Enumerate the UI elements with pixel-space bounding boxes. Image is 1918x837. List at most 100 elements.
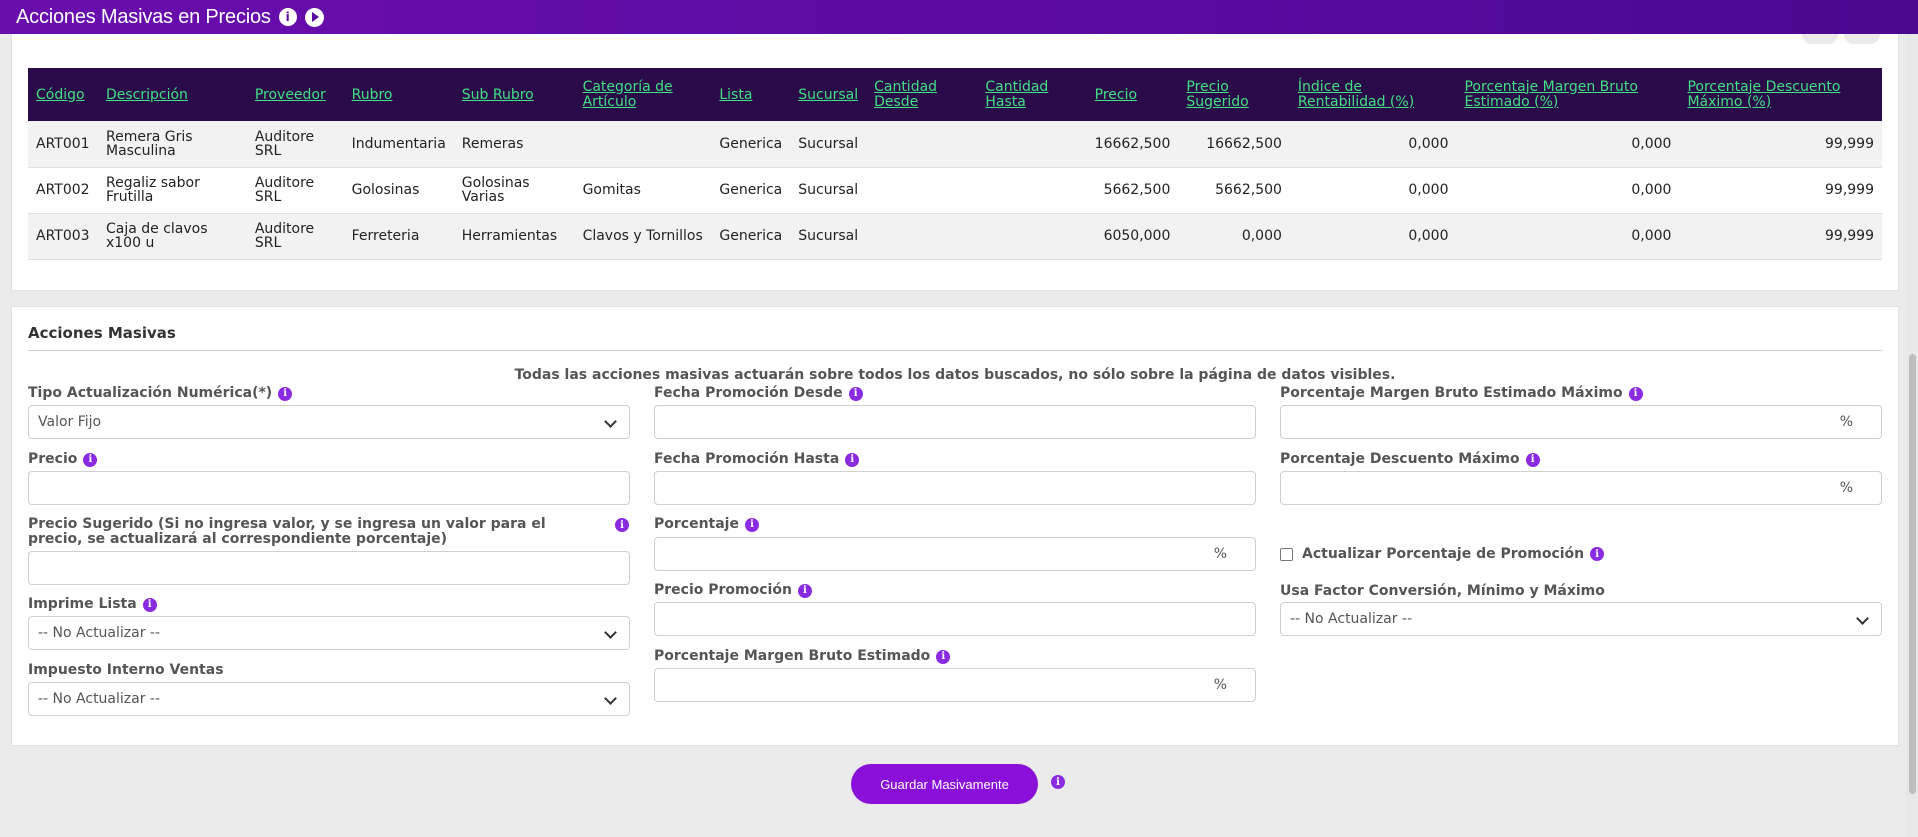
tipo-select[interactable]: Valor Fijo (28, 405, 630, 439)
precio-label: Precio i (28, 452, 98, 467)
column-header[interactable]: Sub Rubro (454, 68, 575, 121)
info-icon[interactable]: i (83, 452, 98, 467)
info-icon[interactable]: i (845, 452, 860, 467)
imprime-select[interactable]: -- No Actualizar -- (28, 616, 630, 650)
page-scrollbar[interactable] (1906, 34, 1918, 837)
fecha-hasta-label: Fecha Promoción Hasta i (654, 452, 860, 467)
column-header-label[interactable]: Precio (1095, 87, 1137, 103)
column-header[interactable]: Proveedor (247, 68, 344, 121)
column-header[interactable]: Porcentaje Margen Bruto Estimado (%) (1456, 68, 1679, 121)
fecha-desde-input[interactable] (654, 405, 1256, 439)
column-header[interactable]: Índice de Rentabilidad (%) (1290, 68, 1457, 121)
app-header: Acciones Masivas en Precios i (0, 0, 1918, 34)
table-row[interactable]: ART003 Caja de clavos x100 u Auditore SRL F… (28, 213, 1882, 259)
table-cell (866, 121, 977, 167)
table-row[interactable]: ART001 Remera Gris Masculina Auditore SRL I… (28, 121, 1882, 167)
play-icon[interactable] (304, 7, 324, 27)
fecha-hasta-input[interactable] (654, 471, 1256, 505)
column-header[interactable]: Categoría de Artículo (575, 68, 712, 121)
usa-factor-select[interactable]: -- No Actualizar -- (1280, 602, 1882, 636)
table-cell: Sucursal (798, 182, 859, 198)
table-cell: ART001 (36, 135, 90, 152)
table-cell: 16662,500 (1094, 135, 1171, 152)
margen-input[interactable]: % (654, 668, 1256, 702)
table-row[interactable]: ART002 Regaliz sabor Frutilla Auditore SRL… (28, 167, 1882, 213)
column-header[interactable]: Descripción (98, 68, 247, 121)
column-header-label[interactable]: Cantidad Desde (874, 79, 969, 110)
porcentaje-input[interactable]: % (654, 537, 1256, 571)
precio-input[interactable] (28, 471, 630, 505)
info-icon[interactable]: i (1628, 386, 1643, 401)
scrollbar-thumb[interactable] (1909, 354, 1916, 794)
fecha-desde-label: Fecha Promoción Desde i (654, 386, 863, 401)
impuesto-label: Impuesto Interno Ventas (28, 663, 224, 678)
precio-promo-input[interactable] (654, 602, 1256, 636)
column-header-label[interactable]: Proveedor (255, 87, 326, 103)
margen-label-text: Porcentaje Margen Bruto Estimado (654, 648, 931, 664)
tipo-label: Tipo Actualización Numérica(*) i (28, 385, 293, 401)
impuesto-select-value: -- No Actualizar -- (38, 691, 161, 707)
margen-max-label-text: Porcentaje Margen Bruto Estimado Máximo (1280, 385, 1623, 401)
column-header[interactable]: Porcentaje Descuento Máximo (%) (1679, 68, 1882, 121)
toolbar-button-ghost[interactable] (1802, 34, 1838, 44)
percent-suffix: % (1213, 546, 1227, 562)
column-header-label[interactable]: Sucursal (798, 87, 858, 103)
table-cell: 0,000 (1408, 182, 1449, 198)
table-cell: 99,999 (1825, 228, 1874, 244)
info-icon[interactable]: i (278, 8, 297, 26)
porcentaje-label: Porcentaje i (654, 517, 759, 532)
percent-suffix: % (1213, 677, 1227, 693)
column-header[interactable]: Precio Sugerido (1178, 68, 1290, 121)
tipo-label-text: Tipo Actualización Numérica(*) (28, 385, 273, 401)
precio-sugerido-input[interactable] (28, 551, 630, 585)
table-cell (866, 213, 977, 259)
info-icon[interactable]: i (615, 518, 629, 532)
column-header-label[interactable]: Sub Rubro (462, 87, 534, 103)
column-header-label[interactable]: Rubro (352, 87, 393, 103)
table-cell (977, 167, 1086, 213)
toolbar-button-ghost[interactable] (1844, 34, 1880, 44)
column-header[interactable]: Cantidad Desde (866, 68, 977, 121)
column-header[interactable]: Lista (711, 68, 790, 121)
save-button[interactable]: Guardar Masivamente (851, 764, 1038, 804)
column-header[interactable]: Código (28, 68, 98, 121)
results-table: Código Descripción Proveedor Rubro Sub Rubro… (28, 68, 1882, 260)
info-icon[interactable]: i (797, 583, 812, 598)
info-icon[interactable]: i (278, 386, 293, 401)
table-cell: ART003 (36, 228, 90, 244)
table-cell: ART002 (36, 182, 90, 198)
table-cell: 16662,500 (1206, 135, 1282, 152)
table-cell: Generica (719, 135, 783, 152)
info-icon[interactable]: i (142, 597, 157, 612)
column-header-label[interactable]: Porcentaje Descuento Máximo (%) (1687, 79, 1874, 110)
column-header-label[interactable]: Categoría de Artículo (583, 79, 704, 110)
table-cell: Gomitas (582, 182, 641, 198)
info-icon[interactable]: i (1525, 452, 1540, 467)
actualizar-promo-checkbox[interactable] (1280, 547, 1293, 561)
column-header[interactable]: Rubro (344, 68, 454, 121)
impuesto-select[interactable]: -- No Actualizar -- (28, 682, 630, 716)
column-header-label[interactable]: Código (36, 87, 85, 103)
table-cell: 5662,500 (1215, 182, 1282, 198)
column-header-label[interactable]: Porcentaje Margen Bruto Estimado (%) (1464, 79, 1671, 110)
info-icon[interactable]: i (744, 517, 759, 532)
info-icon[interactable]: i (1051, 775, 1065, 789)
column-header-label[interactable]: Índice de Rentabilidad (%) (1298, 79, 1449, 110)
section-title: Acciones Masivas (28, 324, 176, 342)
column-header-label[interactable]: Cantidad Hasta (985, 79, 1078, 110)
descuento-max-input[interactable]: % (1280, 471, 1882, 505)
table-cell (866, 167, 977, 213)
info-icon[interactable]: i (936, 649, 951, 664)
info-icon[interactable]: i (848, 386, 863, 401)
column-header-label[interactable]: Lista (719, 87, 752, 103)
column-header[interactable]: Sucursal (790, 68, 866, 121)
column-header-label[interactable]: Descripción (106, 87, 188, 103)
info-icon[interactable]: i (1590, 547, 1605, 561)
actualizar-promo-row[interactable]: Actualizar Porcentaje de Promoción i (1280, 546, 1605, 562)
margen-max-input[interactable]: % (1280, 405, 1882, 439)
column-header-label[interactable]: Precio Sugerido (1186, 79, 1282, 110)
chevron-down-icon (604, 415, 617, 428)
table-cell: Auditore SRL (254, 128, 315, 159)
column-header[interactable]: Precio (1087, 68, 1179, 121)
column-header[interactable]: Cantidad Hasta (977, 68, 1086, 121)
